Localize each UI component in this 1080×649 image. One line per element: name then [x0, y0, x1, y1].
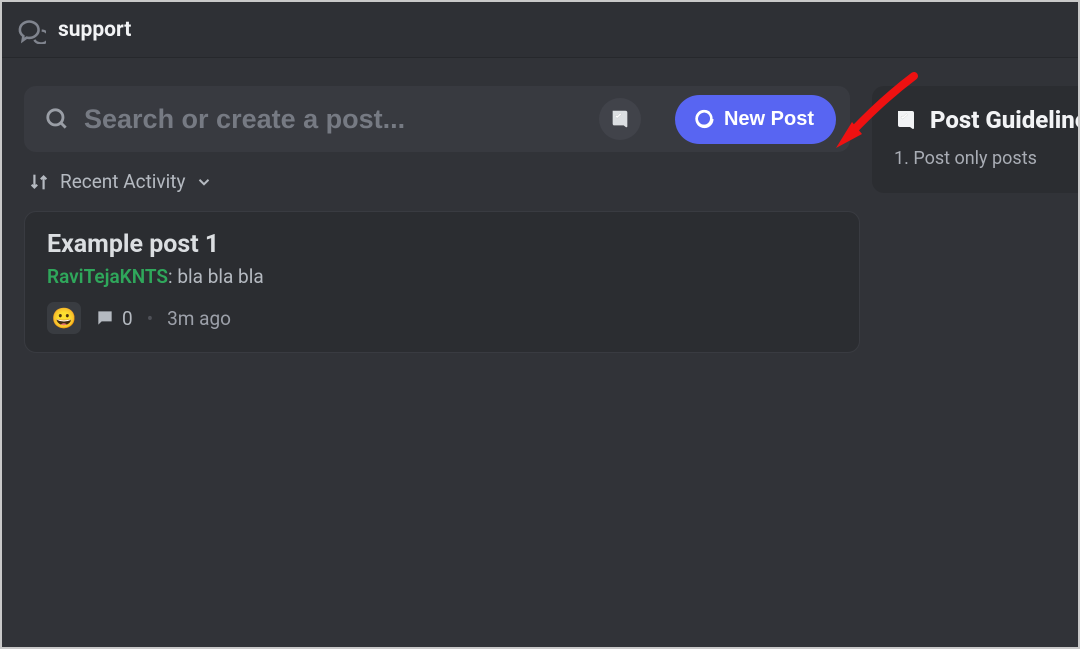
sort-selector[interactable]: Recent Activity: [24, 170, 850, 193]
guidelines-title: Post Guidelines: [930, 106, 1078, 134]
guidelines-body: 1. Post only posts: [894, 148, 1078, 169]
forum-post-card[interactable]: Example post 1 RaviTejaKNTS: bla bla bla…: [24, 211, 860, 353]
sort-label: Recent Activity: [60, 170, 185, 193]
search-icon: [44, 106, 70, 132]
post-meta: 😀 0 • 3m ago: [47, 302, 837, 334]
chat-plus-icon: [693, 108, 715, 130]
chevron-down-icon: [195, 173, 213, 191]
guidelines-icon: [609, 108, 631, 130]
post-author: RaviTejaKNTS: [47, 265, 168, 288]
guidelines-chip-button[interactable]: [599, 98, 641, 140]
search-input[interactable]: [84, 104, 585, 135]
search-bar: New Post: [24, 86, 850, 152]
new-post-label: New Post: [724, 108, 814, 131]
channel-title: support: [58, 18, 131, 42]
guidelines-icon: [894, 108, 918, 132]
new-post-button[interactable]: New Post: [675, 95, 836, 144]
message-count: 0: [95, 307, 133, 330]
post-title: Example post 1: [47, 230, 837, 259]
message-icon: [95, 308, 115, 328]
guidelines-card: Post Guidelines 1. Post only posts: [872, 86, 1078, 193]
reaction-emoji: 😀: [52, 306, 77, 330]
message-count-value: 0: [122, 307, 133, 330]
forum-channel-icon: [18, 16, 46, 44]
separator-dot: •: [147, 307, 153, 330]
channel-header: support: [2, 2, 1078, 58]
post-preview: RaviTejaKNTS: bla bla bla: [47, 265, 837, 288]
post-timestamp: 3m ago: [167, 307, 231, 330]
post-snippet: bla bla bla: [177, 265, 263, 288]
sort-icon: [28, 171, 50, 193]
reaction-pill[interactable]: 😀: [47, 302, 81, 334]
